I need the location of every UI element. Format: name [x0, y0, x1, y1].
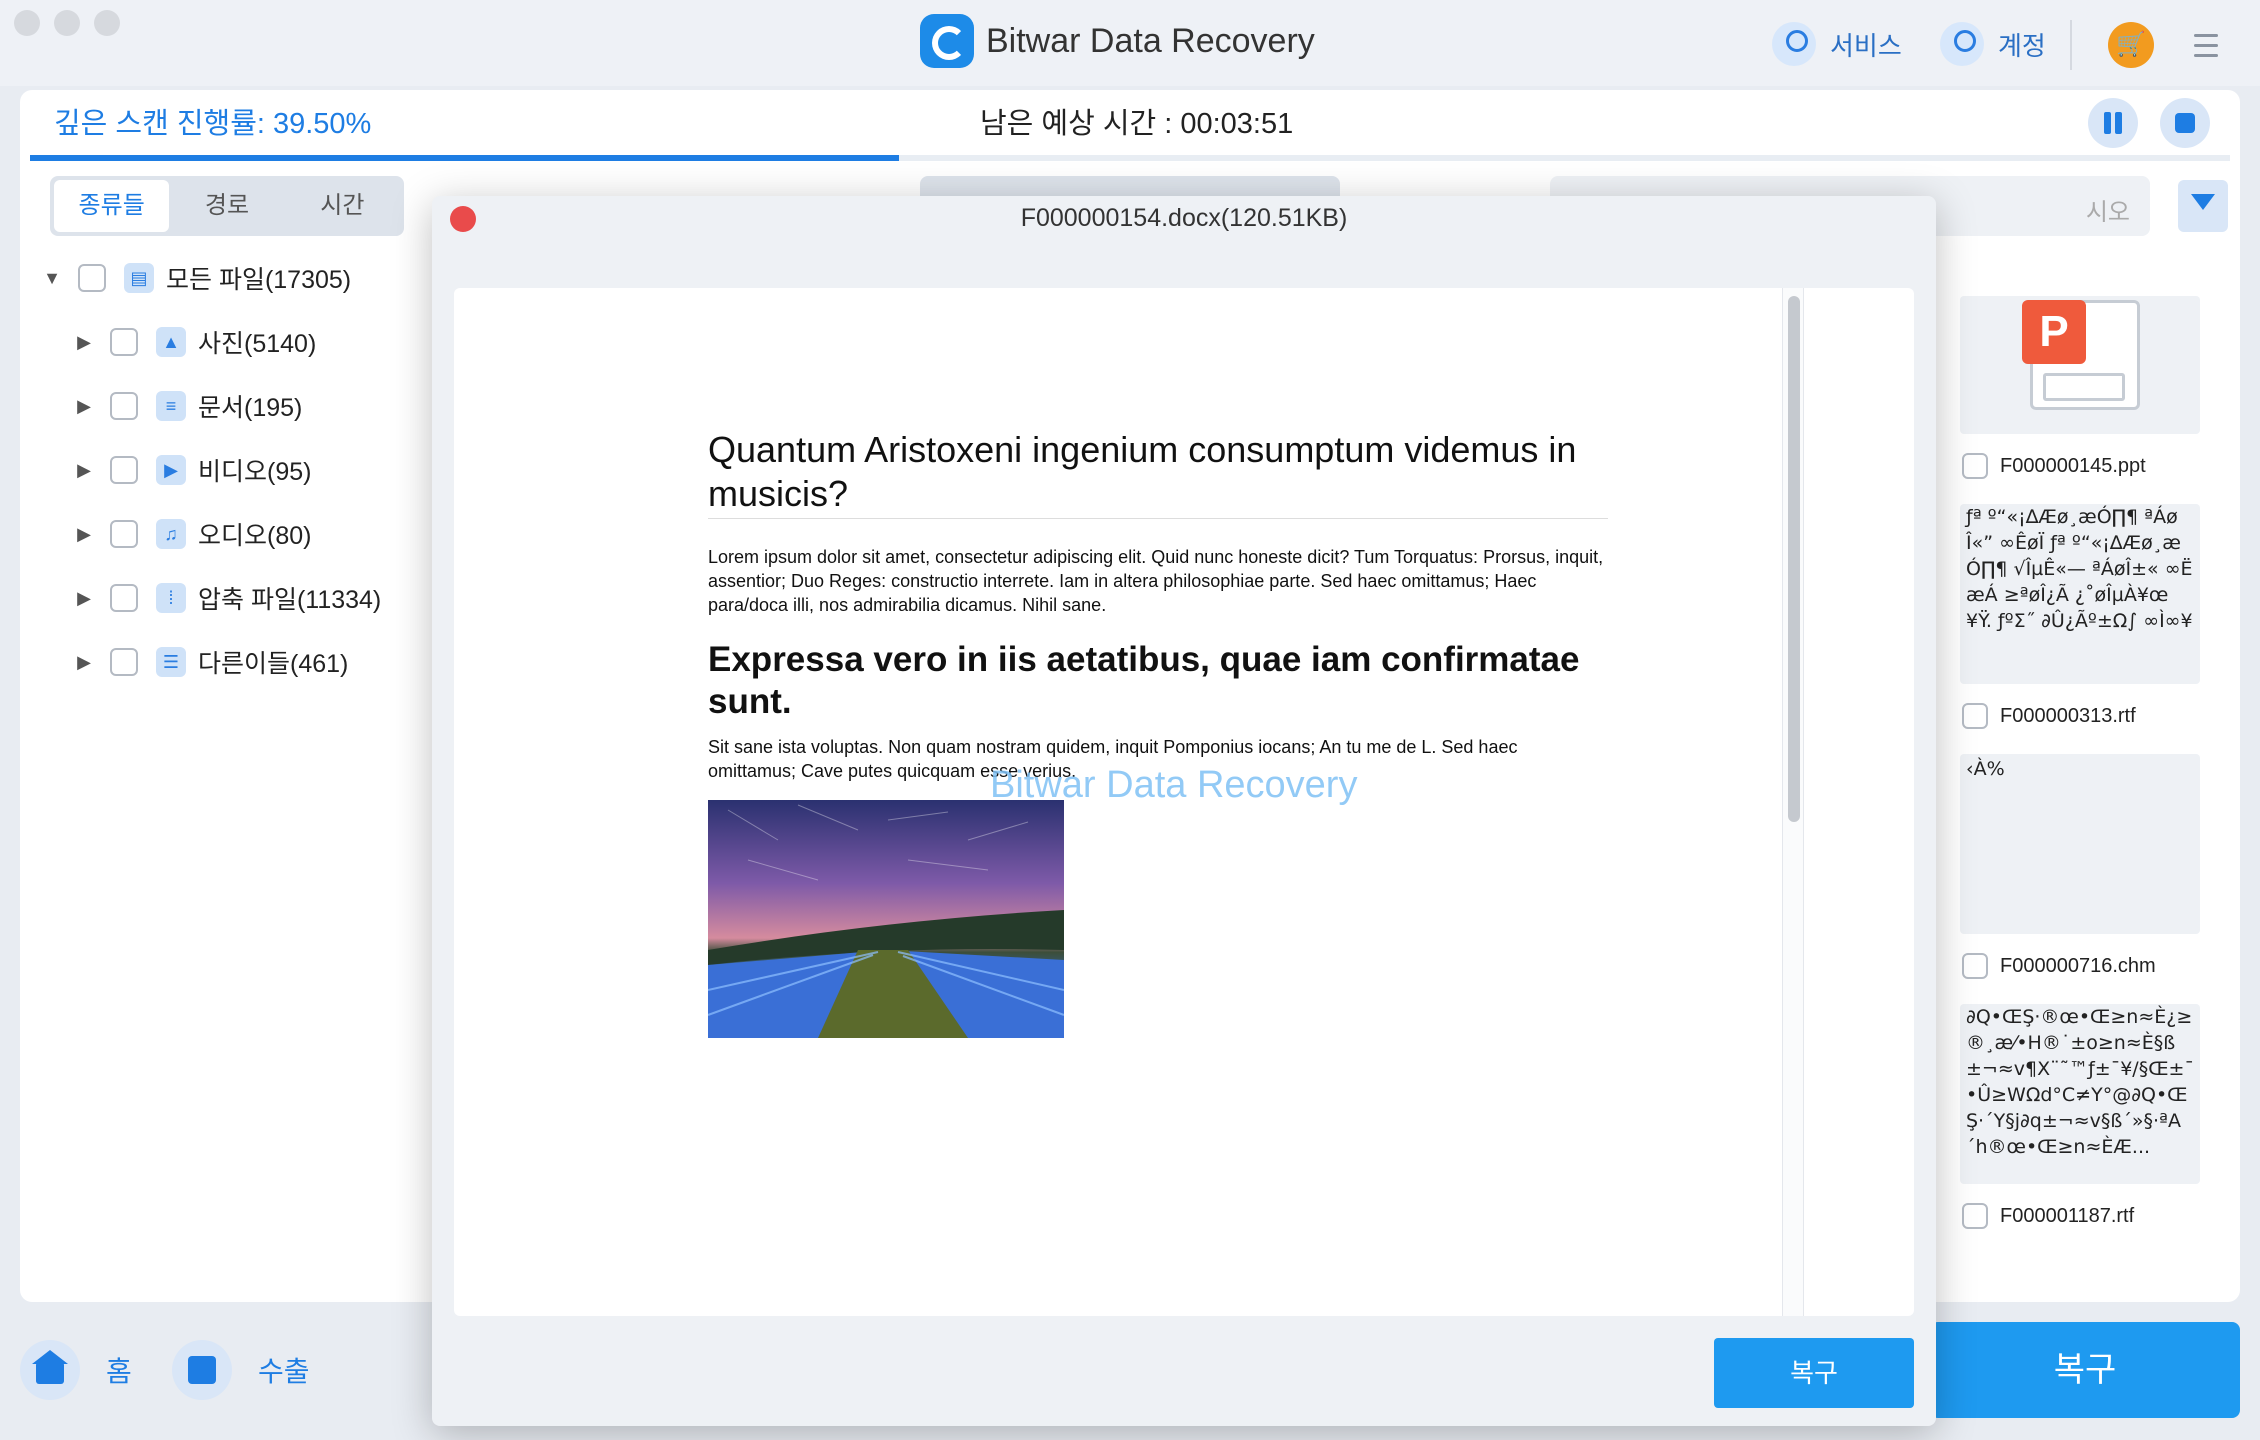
- tree-item-audio[interactable]: ▶ ♫ 오디오(80): [40, 502, 420, 566]
- stop-button[interactable]: [2160, 98, 2210, 148]
- file-name: F000000716.chm: [2000, 954, 2156, 977]
- service-button[interactable]: 서비스: [1772, 20, 1902, 68]
- menu-icon[interactable]: [2194, 34, 2218, 64]
- file-name: F000001187.rtf: [2000, 1204, 2135, 1227]
- tree-item-checkbox[interactable]: [110, 520, 138, 548]
- tree-item-checkbox[interactable]: [110, 648, 138, 676]
- file-preview-text: ∂Q•ŒŞ·®œ•Œ≥n≈È¿≥®¸æ⁄•H®˙±o≥n≈È§ß±¬≈v¶X¨˜…: [1966, 1006, 2194, 1158]
- file-name: F000000145.ppt: [2000, 454, 2146, 477]
- window-zoom-button[interactable]: [94, 10, 120, 36]
- tree-item-documents[interactable]: ▶ ≡ 문서(195): [40, 374, 420, 438]
- tree-item-label: 오디오(80): [198, 522, 312, 550]
- dialog-title: F000000154.docx(120.51KB): [1020, 204, 1348, 232]
- tree-root[interactable]: ▼ ▤ 모든 파일(17305): [40, 246, 420, 310]
- select-all-checkbox[interactable]: [78, 264, 106, 292]
- tab-types[interactable]: 종류들: [54, 180, 170, 232]
- tab-path[interactable]: 경로: [169, 180, 284, 232]
- file-checkbox[interactable]: [1962, 1203, 1988, 1229]
- document-content: Quantum Aristoxeni ingenium consumptum v…: [708, 428, 1608, 783]
- app-title: Bitwar Data Recovery: [986, 22, 1315, 60]
- tree-item-checkbox[interactable]: [110, 584, 138, 612]
- expand-arrow-icon[interactable]: ▶: [72, 396, 96, 417]
- remaining-time-label: 남은 예상 시간 : 00:03:51: [980, 108, 1294, 140]
- file-preview-text: ƒª º“«¡∆Æø¸æÓ∏¶ ªÁøÎ«” ∞ÊøÏ ƒª º“«¡∆Æø¸æ…: [1966, 506, 2193, 632]
- file-checkbox[interactable]: [1962, 703, 1988, 729]
- export-label: 수출: [258, 1356, 310, 1387]
- file-item[interactable]: F000001187.rtf: [1962, 1198, 2134, 1234]
- account-label: 계정: [1998, 30, 2046, 61]
- service-label: 서비스: [1830, 30, 1902, 61]
- account-icon: [1940, 22, 1984, 66]
- tree-item-archives[interactable]: ▶ ⁞ 압축 파일(11334): [40, 566, 420, 630]
- window-minimize-button[interactable]: [54, 10, 80, 36]
- expand-arrow-icon[interactable]: ▶: [72, 524, 96, 545]
- tree-item-label: 비디오(95): [198, 458, 312, 486]
- collapse-arrow-icon[interactable]: ▼: [40, 268, 64, 289]
- expand-arrow-icon[interactable]: ▶: [72, 332, 96, 353]
- dialog-recover-button[interactable]: 복구: [1714, 1338, 1914, 1408]
- computer-icon: ▤: [124, 263, 154, 293]
- window-close-button[interactable]: [14, 10, 40, 36]
- service-icon: [1772, 22, 1816, 66]
- file-item[interactable]: F000000313.rtf: [1962, 698, 2136, 734]
- archive-icon: ⁞: [156, 583, 186, 613]
- progress-fill: [30, 155, 899, 161]
- tree-item-others[interactable]: ▶ ☰ 다른이들(461): [40, 630, 420, 694]
- home-button[interactable]: 홈: [20, 1338, 132, 1402]
- tree-item-checkbox[interactable]: [110, 328, 138, 356]
- document-icon: ≡: [156, 391, 186, 421]
- tree-item-photos[interactable]: ▶ ▲ 사진(5140): [40, 310, 420, 374]
- doc-heading-1: Quantum Aristoxeni ingenium consumptum v…: [708, 428, 1608, 519]
- doc-heading-2: Expressa vero in iis aetatibus, quae iam…: [708, 640, 1580, 721]
- file-item[interactable]: F000000145.ppt: [1962, 448, 2146, 484]
- pause-button[interactable]: [2088, 98, 2138, 148]
- tree-root-label: 모든 파일(17305): [166, 266, 352, 294]
- app-logo-icon: [920, 14, 974, 68]
- title-bar: Bitwar Data Recovery 서비스 계정 🛒: [0, 0, 2260, 86]
- cart-icon[interactable]: 🛒: [2108, 22, 2154, 68]
- expand-arrow-icon[interactable]: ▶: [72, 460, 96, 481]
- audio-icon: ♫: [156, 519, 186, 549]
- file-checkbox[interactable]: [1962, 453, 1988, 479]
- video-icon: ▶: [156, 455, 186, 485]
- expand-arrow-icon[interactable]: ▶: [72, 588, 96, 609]
- tree-item-checkbox[interactable]: [110, 456, 138, 484]
- file-name: F000000313.rtf: [2000, 704, 2136, 727]
- save-icon: [172, 1340, 232, 1400]
- account-button[interactable]: 계정: [1940, 20, 2046, 68]
- tree-item-label: 압축 파일(11334): [198, 586, 382, 614]
- other-files-icon: ☰: [156, 647, 186, 677]
- file-checkbox[interactable]: [1962, 953, 1988, 979]
- file-thumbnail-ppt[interactable]: P: [1960, 296, 2200, 434]
- file-preview-text: ‹À%: [1966, 758, 2005, 780]
- doc-landscape-image: [708, 800, 1064, 1038]
- home-label: 홈: [106, 1356, 132, 1387]
- export-button[interactable]: 수출: [172, 1338, 310, 1402]
- file-type-tree: ▼ ▤ 모든 파일(17305) ▶ ▲ 사진(5140) ▶ ≡ 문서(195…: [40, 246, 420, 694]
- image-icon: ▲: [156, 327, 186, 357]
- file-thumbnail-text[interactable]: ƒª º“«¡∆Æø¸æÓ∏¶ ªÁøÎ«” ∞ÊøÏ ƒª º“«¡∆Æø¸æ…: [1960, 504, 2200, 684]
- header-divider: [2070, 20, 2072, 70]
- preview-scroll-thumb[interactable]: [1788, 296, 1800, 822]
- file-thumbnail-text[interactable]: ‹À%: [1960, 754, 2200, 934]
- tree-item-checkbox[interactable]: [110, 392, 138, 420]
- tree-item-video[interactable]: ▶ ▶ 비디오(95): [40, 438, 420, 502]
- powerpoint-icon: P: [2022, 300, 2086, 364]
- recover-button[interactable]: 복구: [1930, 1322, 2240, 1418]
- tree-item-label: 문서(195): [198, 394, 303, 422]
- tab-time[interactable]: 시간: [285, 180, 400, 232]
- doc-paragraph-1: Lorem ipsum dolor sit amet, consectetur …: [708, 547, 1604, 615]
- preview-watermark: Bitwar Data Recovery: [990, 764, 1358, 806]
- scan-progress-label: 깊은 스캔 진행률: 39.50%: [54, 108, 372, 140]
- view-tabs: 종류들 경로 시간: [50, 176, 404, 236]
- preview-dialog: F000000154.docx(120.51KB) Quantum Aristo…: [432, 196, 1936, 1426]
- home-icon: [20, 1340, 80, 1400]
- tree-item-label: 다른이들(461): [198, 650, 349, 678]
- filter-icon[interactable]: [2178, 180, 2228, 232]
- file-thumbnail-text[interactable]: ∂Q•ŒŞ·®œ•Œ≥n≈È¿≥®¸æ⁄•H®˙±o≥n≈È§ß±¬≈v¶X¨˜…: [1960, 1004, 2200, 1184]
- file-item[interactable]: F000000716.chm: [1962, 948, 2156, 984]
- search-placeholder: 시오: [2085, 199, 2130, 226]
- expand-arrow-icon[interactable]: ▶: [72, 652, 96, 673]
- tree-item-label: 사진(5140): [198, 330, 317, 358]
